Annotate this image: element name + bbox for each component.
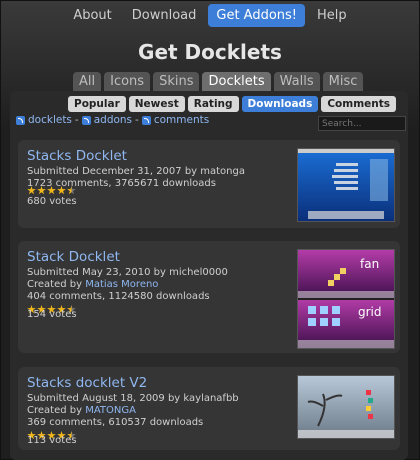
votes: 680 votes <box>27 196 77 207</box>
created-by: Created by Matias Moreno <box>27 279 158 291</box>
top-nav: About Download Get Addons! Help <box>0 4 420 27</box>
docklet-title[interactable]: Stack Docklet <box>27 249 120 265</box>
votes: 113 votes <box>27 435 77 446</box>
stats: 369 comments, 610537 downloads <box>27 417 204 428</box>
sort-rating[interactable]: Rating <box>187 96 239 112</box>
sort-comments[interactable]: Comments <box>321 96 396 112</box>
feed-comments[interactable]: comments <box>154 114 209 126</box>
created-by-prefix: Created by <box>27 279 86 290</box>
tab-misc[interactable]: Misc <box>322 72 364 91</box>
docklet-thumbnail[interactable] <box>297 375 395 439</box>
category-tabs: All Icons Skins Docklets Walls Misc <box>73 72 364 91</box>
stats: 404 comments, 1124580 downloads <box>27 291 210 302</box>
feed-separator: - <box>74 114 79 126</box>
rss-icon <box>16 115 25 125</box>
author-link[interactable]: MATONGA <box>85 405 136 416</box>
stats: 1723 comments, 3765671 downloads <box>27 178 216 189</box>
rss-icon <box>141 115 151 125</box>
author-link[interactable]: Matias Moreno <box>85 279 158 290</box>
docklet-card: Stack Docklet Submitted May 23, 2010 by … <box>18 241 400 353</box>
docklet-title[interactable]: Stacks Docklet <box>27 148 127 164</box>
created-by: Created by MATONGA <box>27 405 136 417</box>
tab-icons[interactable]: Icons <box>104 72 151 91</box>
submitted-info: Submitted December 31, 2007 by matonga <box>27 166 245 177</box>
feed-separator: - <box>135 114 139 126</box>
tab-all[interactable]: All <box>73 72 102 91</box>
nav-download[interactable]: Download <box>124 4 205 27</box>
search-input[interactable] <box>318 116 406 131</box>
tab-docklets[interactable]: Docklets <box>202 72 271 91</box>
created-by-prefix: Created by <box>27 405 86 416</box>
tab-skins[interactable]: Skins <box>153 72 200 91</box>
submitted-info: Submitted August 18, 2009 by kaylanafbb <box>27 393 239 404</box>
sort-tabs: Popular Newest Rating Downloads Comments <box>68 96 396 112</box>
feed-addons[interactable]: addons <box>94 114 132 126</box>
page-title: Get Docklets <box>138 40 282 64</box>
sort-downloads[interactable]: Downloads <box>241 96 319 112</box>
thumbnail-image <box>298 376 394 438</box>
sort-newest[interactable]: Newest <box>128 96 185 112</box>
thumbnail-image: fan grid <box>298 250 394 348</box>
tab-walls[interactable]: Walls <box>273 72 320 91</box>
docklet-card: Stacks Docklet Submitted December 31, 20… <box>18 140 400 228</box>
votes: 154 votes <box>27 309 77 320</box>
nav-get-addons[interactable]: Get Addons! <box>208 4 306 27</box>
submitted-info: Submitted May 23, 2010 by michel0000 <box>27 267 228 278</box>
rss-icon <box>81 115 91 125</box>
feed-docklets[interactable]: docklets <box>28 114 72 126</box>
docklet-card: Stacks docklet V2 Submitted August 18, 2… <box>18 367 400 450</box>
docklet-thumbnail[interactable]: fan grid <box>297 249 395 349</box>
docklet-thumbnail[interactable] <box>297 148 395 222</box>
docklet-title[interactable]: Stacks docklet V2 <box>27 375 147 391</box>
thumb-label-grid: grid <box>358 305 382 319</box>
thumbnail-image <box>298 149 394 221</box>
thumb-label-fan: fan <box>360 257 379 271</box>
feed-links: docklets - addons - comments <box>16 114 209 126</box>
nav-help[interactable]: Help <box>309 4 355 27</box>
nav-about[interactable]: About <box>65 4 119 27</box>
sort-popular[interactable]: Popular <box>68 96 126 112</box>
